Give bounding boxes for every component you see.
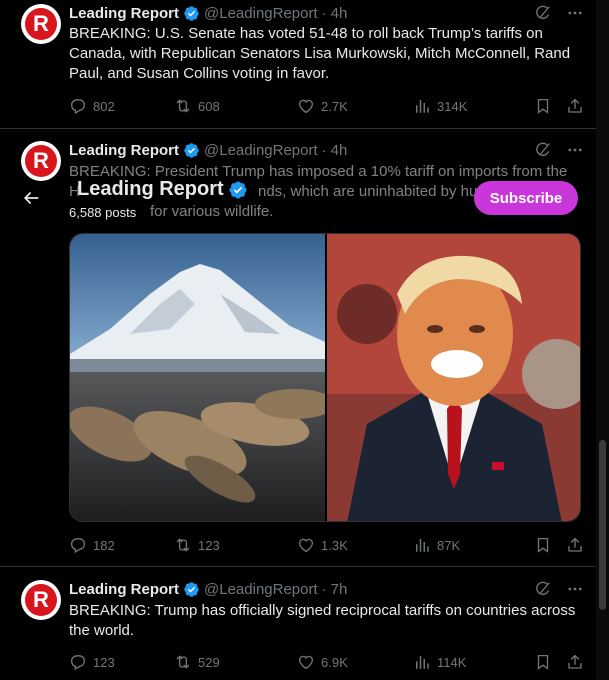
like-count: 2.7K: [321, 98, 348, 114]
retweet-icon: [174, 536, 192, 554]
like-count: 1.3K: [321, 537, 348, 553]
retweet-count: 608: [198, 98, 220, 114]
separator-dot: ·: [321, 141, 327, 159]
tweet-card[interactable]: R Leading Report @LeadingReport · 4h BRE…: [0, 0, 596, 129]
like-button[interactable]: 6.9K: [297, 653, 413, 671]
views-icon: [413, 653, 431, 671]
timestamp[interactable]: 4h: [331, 5, 348, 22]
author-name[interactable]: Leading Report: [69, 5, 179, 22]
scrollbar-thumb[interactable]: [599, 440, 606, 610]
action-bar: 802 608 2.7K 314K: [69, 96, 584, 116]
verified-badge-icon: [183, 5, 200, 22]
brand-logo-letter: R: [25, 584, 57, 616]
reply-count: 182: [93, 537, 115, 553]
post-count: 6,588 posts: [69, 205, 137, 220]
author-handle[interactable]: @LeadingReport: [204, 142, 318, 159]
view-count: 314K: [437, 98, 468, 114]
reply-icon: [69, 536, 87, 554]
grok-icon[interactable]: [534, 141, 552, 159]
bookmark-icon[interactable]: [534, 97, 552, 115]
tweet-header: Leading Report @LeadingReport · 4h: [69, 3, 347, 23]
author-handle[interactable]: @LeadingReport: [204, 581, 318, 598]
tweet-media[interactable]: [69, 233, 581, 522]
tweet-header: Leading Report @LeadingReport · 7h: [69, 579, 347, 599]
retweet-count: 123: [198, 537, 220, 553]
more-icon[interactable]: [566, 580, 584, 598]
share-icon[interactable]: [566, 653, 584, 671]
tweet-text: BREAKING: U.S. Senate has voted 51-48 to…: [69, 25, 571, 82]
retweet-icon: [174, 653, 192, 671]
timestamp[interactable]: 7h: [331, 581, 348, 598]
heart-icon: [297, 97, 315, 115]
verified-badge-icon: [228, 180, 248, 200]
island-seals-image[interactable]: [70, 234, 325, 522]
subscribe-button[interactable]: Subscribe: [474, 181, 578, 215]
tweet-card[interactable]: R Leading Report @LeadingReport · 7h BRE…: [0, 567, 596, 680]
heart-icon: [297, 653, 315, 671]
reply-icon: [69, 653, 87, 671]
retweet-count: 529: [198, 654, 220, 670]
grok-icon[interactable]: [534, 4, 552, 22]
verified-badge-icon: [183, 581, 200, 598]
like-button[interactable]: 2.7K: [297, 97, 413, 115]
author-handle[interactable]: @LeadingReport: [204, 5, 318, 22]
heart-icon: [297, 536, 315, 554]
like-button[interactable]: 1.3K: [297, 536, 413, 554]
retweet-button[interactable]: 608: [174, 97, 297, 115]
profile-sticky-header: Leading Report 6,588 posts Subscribe: [0, 170, 596, 228]
share-icon[interactable]: [566, 97, 584, 115]
brand-logo-letter: R: [25, 8, 57, 40]
action-bar: 123 529 6.9K 114K: [69, 652, 584, 672]
view-count: 114K: [437, 654, 467, 670]
reply-button[interactable]: 802: [69, 97, 174, 115]
views-button[interactable]: 114K: [413, 653, 533, 671]
more-icon[interactable]: [566, 141, 584, 159]
separator-dot: ·: [321, 580, 327, 598]
retweet-button[interactable]: 529: [174, 653, 297, 671]
reply-icon: [69, 97, 87, 115]
retweet-button[interactable]: 123: [174, 536, 297, 554]
more-icon[interactable]: [566, 4, 584, 22]
profile-name: Leading Report: [77, 178, 248, 201]
profile-name-text: Leading Report: [77, 178, 224, 200]
author-name[interactable]: Leading Report: [69, 581, 179, 598]
views-icon: [413, 97, 431, 115]
reply-button[interactable]: 123: [69, 653, 174, 671]
grok-icon[interactable]: [534, 580, 552, 598]
back-arrow-icon[interactable]: [21, 188, 41, 208]
views-button[interactable]: 87K: [413, 536, 533, 554]
timestamp[interactable]: 4h: [331, 142, 348, 159]
share-icon[interactable]: [566, 536, 584, 554]
views-button[interactable]: 314K: [413, 97, 533, 115]
bookmark-icon[interactable]: [534, 653, 552, 671]
reply-count: 802: [93, 98, 115, 114]
bookmark-icon[interactable]: [534, 536, 552, 554]
separator-dot: ·: [321, 4, 327, 22]
author-name[interactable]: Leading Report: [69, 142, 179, 159]
view-count: 87K: [437, 537, 461, 553]
trump-photo-image[interactable]: [327, 234, 581, 522]
reply-button[interactable]: 182: [69, 536, 174, 554]
scrollbar[interactable]: [596, 0, 609, 680]
like-count: 6.9K: [321, 654, 348, 670]
reply-count: 123: [93, 654, 115, 670]
retweet-icon: [174, 97, 192, 115]
verified-badge-icon: [183, 142, 200, 159]
action-bar: 182 123 1.3K 87K: [69, 535, 584, 555]
views-icon: [413, 536, 431, 554]
avatar[interactable]: R: [21, 580, 61, 620]
tweet-header: Leading Report @LeadingReport · 4h: [69, 140, 347, 160]
avatar[interactable]: R: [21, 4, 61, 44]
tweet-text: BREAKING: Trump has officially signed re…: [69, 602, 576, 639]
